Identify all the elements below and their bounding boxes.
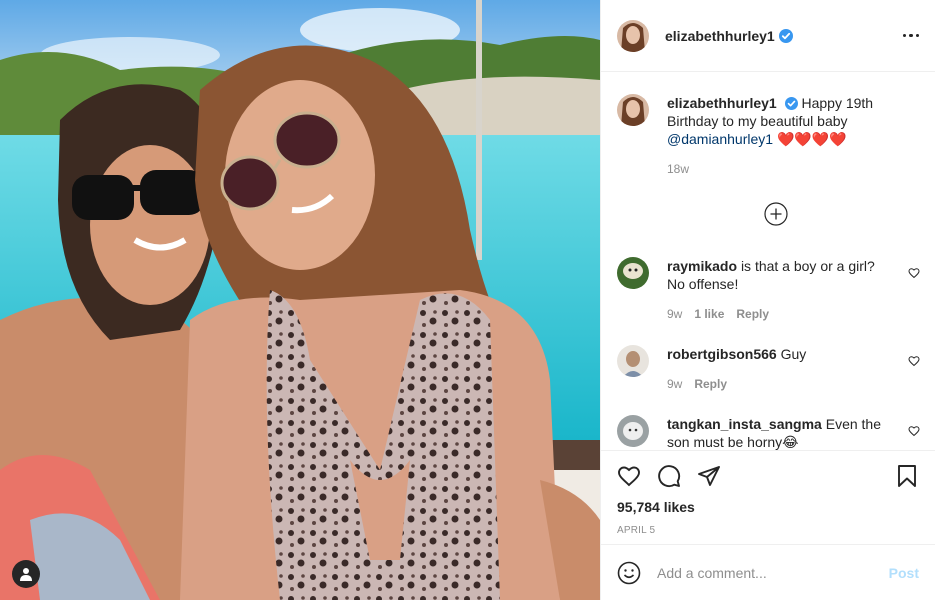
share-paper-plane-icon: [698, 466, 720, 486]
author-username[interactable]: elizabethhurley1: [665, 28, 775, 44]
more-options-icon[interactable]: [902, 33, 919, 38]
action-icons-row: [617, 453, 919, 499]
user-tag-button[interactable]: [12, 560, 40, 588]
comment-body: tangkan_insta_sangma Even the son must b…: [667, 415, 891, 450]
load-more-comments-icon: [764, 202, 788, 226]
comment-time[interactable]: 9w: [667, 305, 682, 323]
post-header: elizabethhurley1: [601, 0, 935, 72]
comment-time[interactable]: 9w: [667, 375, 682, 393]
commenter-avatar[interactable]: [617, 345, 649, 377]
comment-text: Guy: [780, 346, 807, 362]
save-button[interactable]: [895, 464, 919, 488]
add-comment-input[interactable]: [657, 564, 889, 581]
comments-list: elizabethhurley1 Happy 19th Birthday to …: [601, 72, 935, 450]
caption-mention[interactable]: @damianhurley1: [667, 131, 773, 147]
caption-author[interactable]: elizabethhurley1: [667, 95, 777, 111]
comment-like-heart-icon[interactable]: [908, 425, 920, 437]
post-photo[interactable]: [0, 0, 600, 600]
caption-emoji: ❤️❤️❤️❤️: [776, 131, 847, 147]
caption: elizabethhurley1 Happy 19th Birthday to …: [617, 94, 897, 178]
post-date[interactable]: APRIL 5: [617, 525, 919, 536]
post-actions: 95,784 likes APRIL 5: [601, 450, 935, 536]
user-tag-icon: [20, 568, 32, 581]
photo-illustration: [0, 0, 600, 600]
load-more-comments-button[interactable]: [764, 202, 788, 226]
like-button[interactable]: [617, 464, 641, 488]
commenter-avatar[interactable]: [617, 257, 649, 289]
caption-author-avatar[interactable]: [617, 94, 649, 126]
commenter-username[interactable]: tangkan_insta_sangma: [667, 416, 822, 432]
comment-item: tangkan_insta_sangma Even the son must b…: [617, 415, 920, 450]
commenter-username[interactable]: raymikado: [667, 258, 737, 274]
commenter-username[interactable]: robertgibson566: [667, 346, 777, 362]
comment-like-heart-icon[interactable]: [908, 267, 920, 279]
post-side-panel: elizabethhurley1 elizabethhurley1 Happy …: [600, 0, 935, 600]
comment-like-heart-icon[interactable]: [908, 355, 920, 367]
comment-button[interactable]: [657, 464, 681, 488]
comment-item: robertgibson566 Guy 9w Reply: [617, 345, 920, 393]
caption-time[interactable]: 18w: [667, 160, 897, 178]
share-button[interactable]: [697, 464, 721, 488]
instagram-post: elizabethhurley1 elizabethhurley1 Happy …: [0, 0, 935, 600]
caption-body: elizabethhurley1 Happy 19th Birthday to …: [667, 94, 897, 178]
verified-badge-icon: [778, 28, 793, 43]
save-bookmark-icon: [898, 465, 916, 487]
add-comment-bar: Post: [601, 544, 935, 600]
comment-item: raymikado is that a boy or a girl? No of…: [617, 257, 920, 323]
verified-badge-icon: [784, 97, 798, 110]
comment-bubble-icon: [658, 465, 681, 488]
emoji-smiley-icon[interactable]: [617, 561, 641, 585]
author-avatar[interactable]: [617, 19, 649, 52]
comment-reply-button[interactable]: Reply: [694, 375, 727, 393]
comment-meta: 9w 1 like Reply: [667, 305, 891, 323]
comment-meta: 9w Reply: [667, 375, 891, 393]
post-comment-button[interactable]: Post: [889, 565, 919, 581]
commenter-avatar[interactable]: [617, 415, 649, 447]
likes-count[interactable]: 95,784 likes: [617, 499, 919, 515]
like-heart-icon: [618, 466, 640, 487]
comment-reply-button[interactable]: Reply: [736, 305, 769, 323]
comment-body: raymikado is that a boy or a girl? No of…: [667, 257, 891, 323]
comment-body: robertgibson566 Guy 9w Reply: [667, 345, 891, 393]
comment-likes[interactable]: 1 like: [694, 305, 724, 323]
